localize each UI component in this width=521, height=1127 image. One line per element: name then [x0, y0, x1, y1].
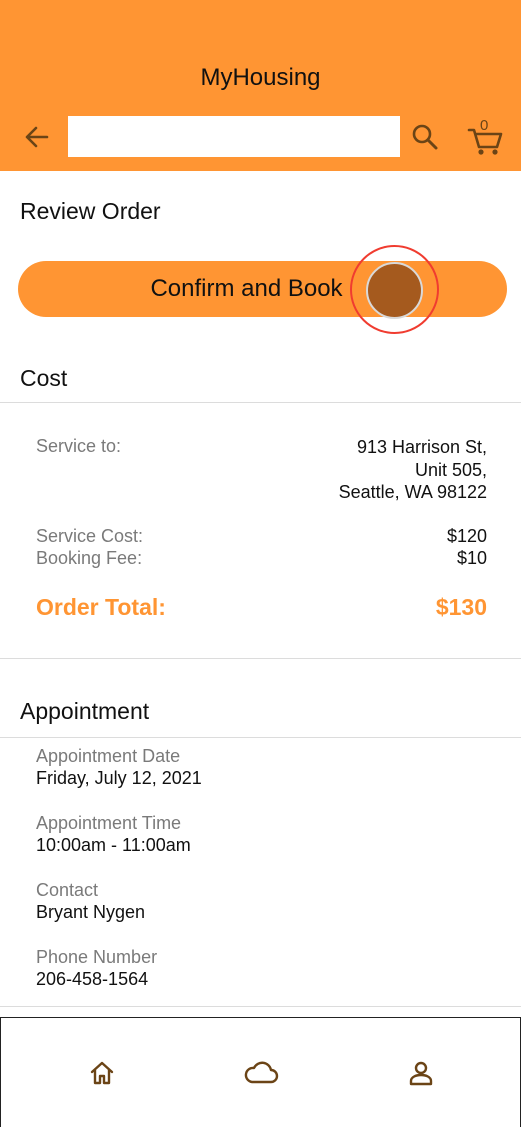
cost-card: Service to: 913 Harrison St, Unit 505, S… [0, 402, 521, 659]
cart-count-badge: 0 [480, 117, 489, 134]
cart-button[interactable]: 0 [466, 116, 504, 156]
contact-value: Bryant Nygen [36, 902, 146, 922]
arrow-left-icon [25, 126, 49, 148]
address-line: Unit 505, [414, 459, 487, 480]
cloud-icon [244, 1061, 279, 1084]
service-address: 913 Harrison St, Unit 505, Seattle, WA 9… [339, 436, 487, 504]
service-cost-value: $120 [446, 526, 487, 546]
search-button[interactable] [408, 120, 442, 154]
confirm-button-label: Confirm and Book [150, 275, 343, 302]
phone-number-label: Phone Number [36, 947, 158, 967]
tap-indicator-dot [366, 262, 423, 319]
address-line: 913 Harrison St, [356, 437, 487, 457]
appointment-heading: Appointment [20, 698, 150, 724]
search-icon [412, 124, 438, 150]
address-line: Seattle, WA 98122 [338, 482, 487, 502]
booking-fee-label: Booking Fee: [36, 548, 143, 568]
appointment-date-label: Appointment Date [36, 746, 181, 766]
bottom-navigation [0, 1017, 521, 1127]
back-button[interactable] [20, 120, 54, 154]
nav-profile-button[interactable] [401, 1053, 441, 1093]
service-to-label: Service to: [36, 436, 122, 456]
booking-fee-value: $10 [456, 548, 487, 568]
app-bar: MyHousing 0 [0, 0, 521, 171]
nav-home-button[interactable] [82, 1053, 122, 1093]
app-title: MyHousing [200, 64, 321, 91]
appointment-time-value: 10:00am - 11:00am [36, 835, 191, 855]
person-icon [409, 1061, 433, 1086]
home-icon [90, 1061, 114, 1085]
phone-number-value: 206-458-1564 [36, 969, 149, 989]
appointment-card: Appointment Date Friday, July 12, 2021 A… [0, 737, 521, 1007]
nav-cloud-button[interactable] [241, 1053, 281, 1093]
order-total-label: Order Total: [36, 594, 166, 620]
order-total-value: $130 [435, 594, 487, 620]
cost-heading: Cost [20, 365, 68, 391]
search-input[interactable] [68, 116, 400, 157]
appointment-date-value: Friday, July 12, 2021 [36, 768, 202, 788]
contact-label: Contact [36, 880, 99, 900]
appointment-time-label: Appointment Time [36, 813, 182, 833]
service-cost-label: Service Cost: [36, 526, 144, 546]
review-order-heading: Review Order [20, 198, 161, 224]
